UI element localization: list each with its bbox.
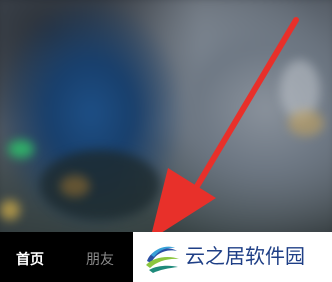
watermark-text: 云之居软件园 [185, 244, 305, 268]
video-blur-shape [40, 150, 160, 220]
video-blur-shape [60, 175, 90, 197]
video-screen: 首页 朋友 云之居软件园 [0, 0, 332, 282]
video-blur-shape [288, 110, 324, 136]
video-blur-shape [8, 140, 34, 158]
tab-home[interactable]: 首页 [16, 252, 44, 268]
yunzhiju-logo-icon [145, 241, 179, 273]
video-blur-shape [0, 200, 20, 220]
tab-friends[interactable]: 朋友 [86, 252, 114, 268]
watermark: 云之居软件园 [133, 232, 332, 282]
